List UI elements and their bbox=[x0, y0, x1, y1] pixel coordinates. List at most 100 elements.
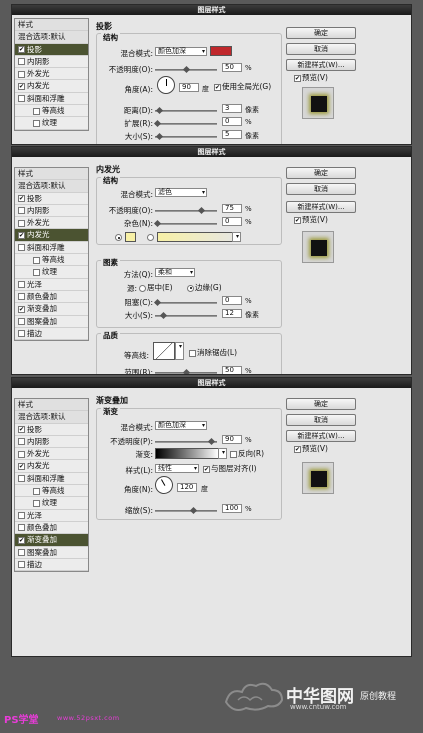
nav-styles[interactable]: 样式 bbox=[15, 168, 88, 181]
checkbox[interactable] bbox=[18, 281, 25, 289]
nav-styles[interactable]: 样式 bbox=[15, 19, 88, 32]
nav-stroke[interactable]: 描边 bbox=[15, 559, 88, 572]
nav-pattern-overlay[interactable]: 图案叠加 bbox=[15, 316, 88, 328]
nav-satin[interactable]: 光泽 bbox=[15, 510, 88, 522]
size-slider[interactable] bbox=[155, 132, 217, 141]
checkbox-checked[interactable]: ✔ bbox=[18, 46, 25, 54]
gradient-dropdown[interactable] bbox=[232, 232, 241, 242]
global-light-option[interactable]: ✔ 使用全局光(G) bbox=[214, 82, 271, 92]
blend-mode-select[interactable]: 颜色加深 bbox=[155, 421, 207, 430]
nav-inner-glow[interactable]: ✔ 内发光 bbox=[15, 80, 88, 93]
center-radio[interactable] bbox=[139, 284, 146, 292]
size-slider[interactable] bbox=[155, 311, 217, 320]
checkbox-checked[interactable]: ✔ bbox=[18, 231, 25, 239]
checkbox-checked[interactable]: ✔ bbox=[18, 462, 25, 470]
nav-texture[interactable]: 纹理 bbox=[15, 266, 88, 279]
spread-slider[interactable] bbox=[153, 119, 217, 128]
slider-thumb[interactable] bbox=[153, 119, 162, 128]
edge-radio[interactable] bbox=[187, 284, 194, 292]
checkbox[interactable] bbox=[18, 475, 25, 483]
slider-thumb[interactable] bbox=[155, 106, 164, 115]
range-input[interactable]: 50 bbox=[222, 366, 242, 374]
checkbox[interactable] bbox=[33, 119, 40, 127]
nav-inner-glow[interactable]: ✔ 内发光 bbox=[15, 460, 88, 473]
checkbox[interactable] bbox=[18, 219, 25, 227]
nav-bevel-emboss[interactable]: 斜面和浮雕 bbox=[15, 473, 88, 486]
slider-thumb[interactable] bbox=[153, 298, 162, 307]
opacity-slider[interactable] bbox=[155, 437, 217, 446]
checkbox-checked[interactable]: ✔ bbox=[18, 195, 25, 203]
checkbox[interactable] bbox=[18, 244, 25, 252]
checkbox[interactable] bbox=[33, 487, 40, 495]
nav-texture[interactable]: 纹理 bbox=[15, 117, 88, 130]
slider-thumb[interactable] bbox=[182, 368, 191, 374]
checkbox[interactable] bbox=[18, 438, 25, 446]
glow-gradient-picker[interactable] bbox=[157, 232, 233, 242]
new-style-button[interactable]: 新建样式(W)... bbox=[286, 201, 356, 213]
gradient-radio[interactable] bbox=[147, 234, 154, 241]
checkbox[interactable] bbox=[18, 70, 25, 78]
nav-inner-shadow[interactable]: 内阴影 bbox=[15, 205, 88, 218]
glow-color-swatch[interactable] bbox=[125, 232, 136, 242]
slider-thumb[interactable] bbox=[189, 506, 198, 515]
solid-color-radio[interactable] bbox=[115, 234, 122, 241]
slider-thumb[interactable] bbox=[197, 206, 206, 215]
nav-outer-glow[interactable]: 外发光 bbox=[15, 448, 88, 461]
method-select[interactable]: 柔和 bbox=[155, 268, 195, 277]
nav-inner-shadow[interactable]: 内阴影 bbox=[15, 56, 88, 69]
checkbox[interactable] bbox=[18, 549, 25, 557]
nav-contour[interactable]: 等高线 bbox=[15, 254, 88, 267]
angle-input[interactable]: 120 bbox=[177, 483, 197, 492]
nav-inner-glow[interactable]: ✔ 内发光 bbox=[15, 229, 88, 242]
checkbox[interactable] bbox=[18, 95, 25, 103]
checkbox[interactable] bbox=[18, 561, 25, 569]
gradient-picker[interactable] bbox=[155, 448, 219, 459]
align-with-layer-option[interactable]: ✔ 与图层对齐(I) bbox=[203, 464, 257, 474]
contour-picker[interactable] bbox=[153, 342, 175, 360]
new-style-button[interactable]: 新建样式(W)... bbox=[286, 430, 356, 442]
antialias-checkbox[interactable] bbox=[189, 349, 196, 357]
opacity-input[interactable]: 75 bbox=[222, 204, 242, 213]
checkbox[interactable] bbox=[18, 524, 25, 532]
nav-color-overlay[interactable]: 颜色叠加 bbox=[15, 291, 88, 304]
angle-dial[interactable] bbox=[151, 472, 177, 498]
checkbox-checked[interactable]: ✔ bbox=[18, 305, 25, 313]
nav-stroke[interactable]: 描边 bbox=[15, 328, 88, 341]
nav-outer-glow[interactable]: 外发光 bbox=[15, 217, 88, 230]
checkbox-checked[interactable]: ✔ bbox=[18, 536, 25, 544]
blend-mode-select[interactable]: 颜色加深 bbox=[155, 47, 207, 56]
nav-blending-options[interactable]: 混合选项:默认 bbox=[15, 31, 88, 44]
cancel-button[interactable]: 取消 bbox=[286, 183, 356, 195]
preview-option[interactable]: ✔ 预览(V) bbox=[294, 73, 328, 83]
checkbox-checked[interactable]: ✔ bbox=[18, 426, 25, 434]
gradient-dropdown[interactable] bbox=[218, 448, 227, 459]
ok-button[interactable]: 确定 bbox=[286, 398, 356, 410]
choke-input[interactable]: 0 bbox=[222, 296, 242, 305]
nav-satin[interactable]: 光泽 bbox=[15, 279, 88, 291]
scale-input[interactable]: 100 bbox=[222, 504, 242, 513]
global-light-checkbox[interactable]: ✔ bbox=[214, 83, 221, 91]
size-input[interactable]: 12 bbox=[222, 309, 242, 318]
nav-gradient-overlay[interactable]: ✔ 渐变叠加 bbox=[15, 303, 88, 316]
slider-thumb[interactable] bbox=[182, 65, 191, 74]
new-style-button[interactable]: 新建样式(W)... bbox=[286, 59, 356, 71]
checkbox[interactable] bbox=[18, 207, 25, 215]
slider-thumb[interactable] bbox=[155, 132, 164, 141]
nav-bevel-emboss[interactable]: 斜面和浮雕 bbox=[15, 93, 88, 106]
noise-input[interactable]: 0 bbox=[222, 217, 242, 226]
cancel-button[interactable]: 取消 bbox=[286, 414, 356, 426]
reverse-checkbox[interactable] bbox=[230, 450, 237, 458]
nav-contour[interactable]: 等高线 bbox=[15, 485, 88, 498]
opacity-input[interactable]: 90 bbox=[222, 435, 242, 444]
nav-color-overlay[interactable]: 颜色叠加 bbox=[15, 522, 88, 535]
preview-checkbox[interactable]: ✔ bbox=[294, 216, 301, 224]
checkbox[interactable] bbox=[33, 256, 40, 264]
contour-dropdown[interactable] bbox=[175, 342, 184, 360]
checkbox[interactable] bbox=[33, 268, 40, 276]
checkbox[interactable] bbox=[18, 293, 25, 301]
preview-option[interactable]: ✔ 预览(V) bbox=[294, 444, 328, 454]
noise-slider[interactable] bbox=[153, 219, 217, 228]
opacity-input[interactable]: 50 bbox=[222, 63, 242, 72]
antialias-option[interactable]: 消除锯齿(L) bbox=[189, 348, 237, 358]
slider-thumb[interactable] bbox=[159, 311, 168, 320]
